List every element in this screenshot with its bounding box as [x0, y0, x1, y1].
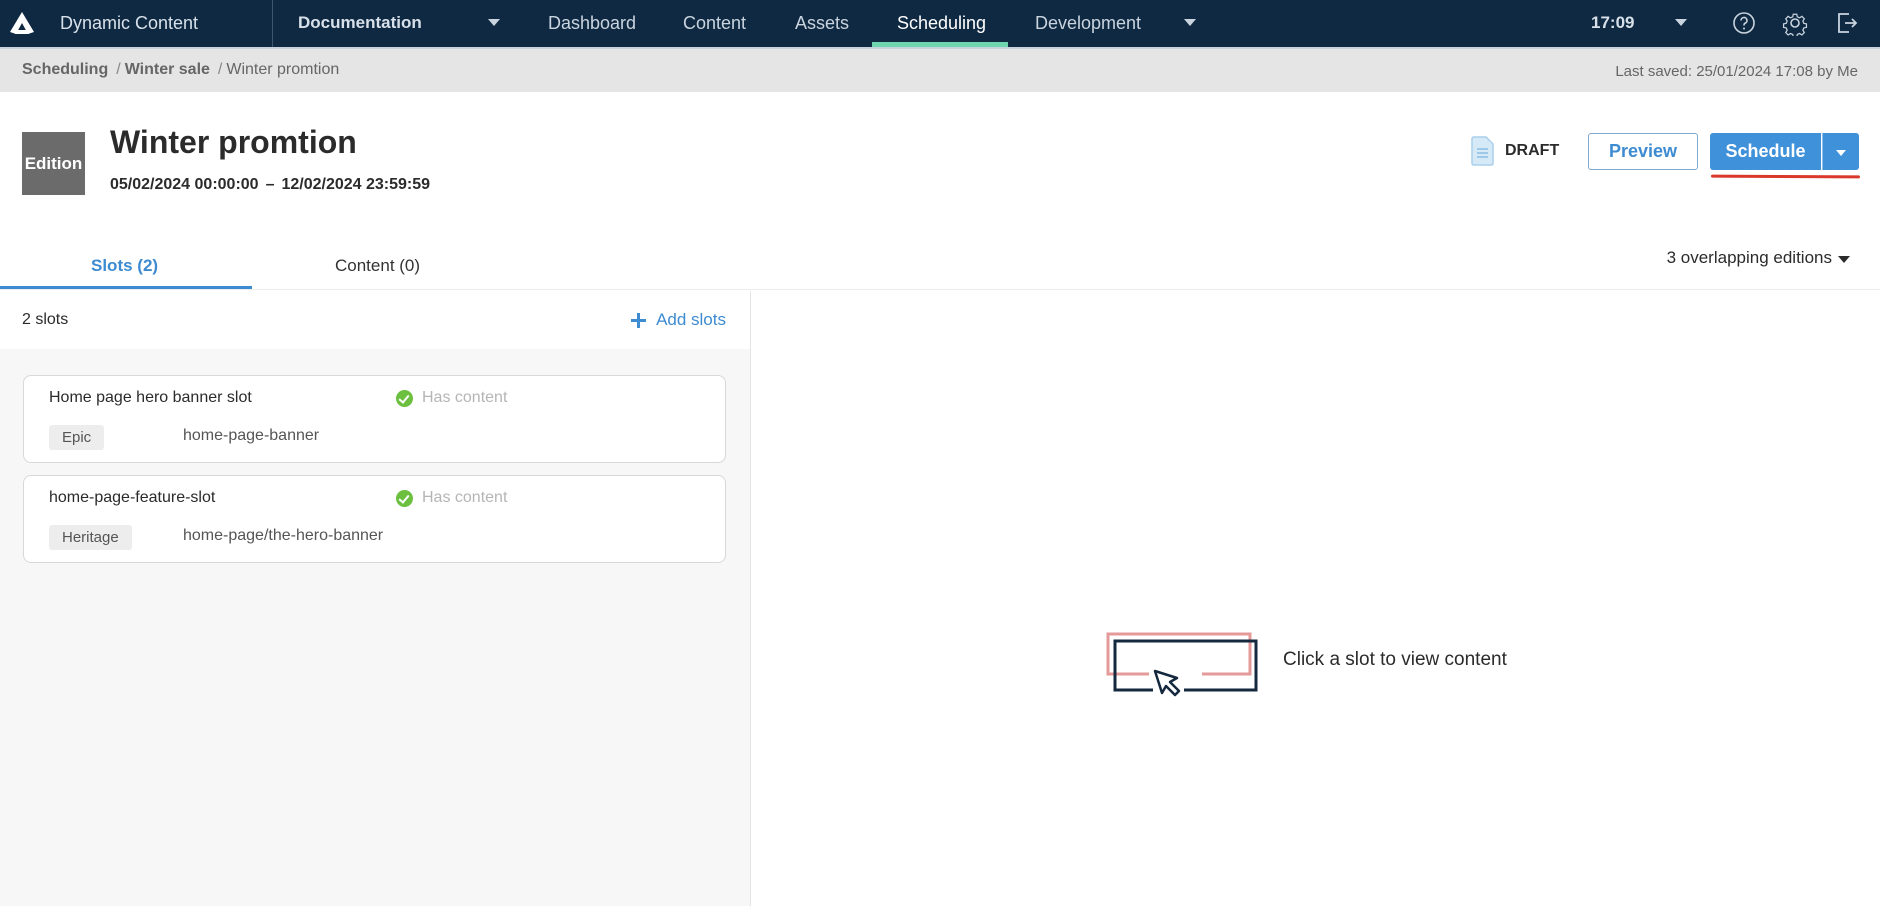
logout-icon[interactable] [1834, 10, 1860, 36]
settings-gear-icon[interactable] [1782, 10, 1808, 36]
slot-status: Has content [396, 489, 507, 507]
schedule-button[interactable]: Schedule [1710, 133, 1821, 170]
tab-slots[interactable]: Slots (2) [91, 256, 158, 276]
breadcrumb-current: Winter promtion [226, 61, 340, 78]
tab-active-indicator [0, 286, 252, 289]
top-navigation: Dynamic Content Documentation Dashboard … [0, 0, 1880, 47]
preview-button[interactable]: Preview [1588, 133, 1698, 170]
check-circle-icon [396, 389, 413, 407]
app-logo-icon[interactable] [8, 10, 36, 36]
hub-chevron-down-icon[interactable] [488, 19, 500, 26]
breadcrumb-bar: Scheduling / Winter sale / Winter promtion L… [0, 47, 1880, 92]
last-saved-text: Last saved: 25/01/2024 17:08 by Me [1615, 63, 1858, 80]
slot-name: Home page hero banner slot [49, 389, 252, 406]
empty-state-message: Click a slot to view content [1283, 649, 1507, 670]
slots-panel: 2 slots Add slots Home page hero banner … [0, 291, 751, 906]
time-display[interactable]: 17:09 [1591, 13, 1634, 33]
status-label: DRAFT [1505, 142, 1560, 159]
status-badge: DRAFT [1469, 136, 1559, 166]
slot-delivery-key: home-page/the-hero-banner [183, 527, 384, 544]
nav-dashboard[interactable]: Dashboard [548, 13, 636, 34]
app-name[interactable]: Dynamic Content [60, 13, 198, 34]
page-title: Winter promtion [110, 124, 357, 160]
check-circle-icon [396, 489, 413, 507]
tab-bar: Slots (2) Content (0) 3 overlapping edit… [0, 244, 1880, 290]
nav-divider [272, 0, 273, 47]
slot-status: Has content [396, 389, 507, 407]
slot-delivery-key: home-page-banner [183, 427, 320, 444]
start-date: 05/02/2024 00:00:00 [110, 176, 259, 193]
edition-date-range: 05/02/2024 00:00:00–12/02/2024 23:59:59 [110, 176, 431, 193]
edition-badge: Edition [22, 132, 85, 195]
add-slots-button[interactable]: Add slots [631, 310, 726, 330]
overlap-chevron-down-icon[interactable] [1838, 256, 1850, 263]
nav-scheduling[interactable]: Scheduling [897, 13, 986, 34]
slot-card[interactable]: home-page-feature-slot Has content Herit… [23, 475, 726, 563]
breadcrumb-winter-sale[interactable]: Winter sale [125, 61, 210, 78]
slot-card[interactable]: Home page hero banner slot Has content E… [23, 375, 726, 463]
time-chevron-down-icon[interactable] [1675, 19, 1687, 26]
plus-icon [631, 312, 647, 328]
click-slot-illustration-icon [1106, 632, 1258, 697]
tab-content[interactable]: Content (0) [335, 256, 420, 276]
more-nav-chevron-down-icon[interactable] [1184, 19, 1196, 26]
breadcrumb: Scheduling / Winter sale / Winter promtion [22, 61, 340, 78]
end-date: 12/02/2024 23:59:59 [281, 176, 431, 193]
add-slots-label: Add slots [656, 310, 726, 329]
slot-name: home-page-feature-slot [49, 489, 216, 506]
help-icon[interactable] [1731, 10, 1757, 36]
slot-type-tag: Heritage [49, 525, 132, 550]
hub-selector[interactable]: Documentation [298, 13, 422, 33]
nav-assets[interactable]: Assets [795, 13, 849, 34]
slots-header: 2 slots Add slots [0, 291, 750, 349]
nav-development[interactable]: Development [1035, 13, 1141, 34]
breadcrumb-scheduling[interactable]: Scheduling [22, 61, 108, 78]
annotation-underline [1710, 174, 1861, 179]
overlapping-editions-dropdown[interactable]: 3 overlapping editions [1667, 248, 1832, 268]
nav-content[interactable]: Content [683, 13, 746, 34]
document-icon [1471, 136, 1494, 166]
slot-type-tag: Epic [49, 425, 105, 450]
slots-count: 2 slots [22, 311, 69, 328]
schedule-options-chevron-down-icon[interactable] [1822, 133, 1859, 170]
